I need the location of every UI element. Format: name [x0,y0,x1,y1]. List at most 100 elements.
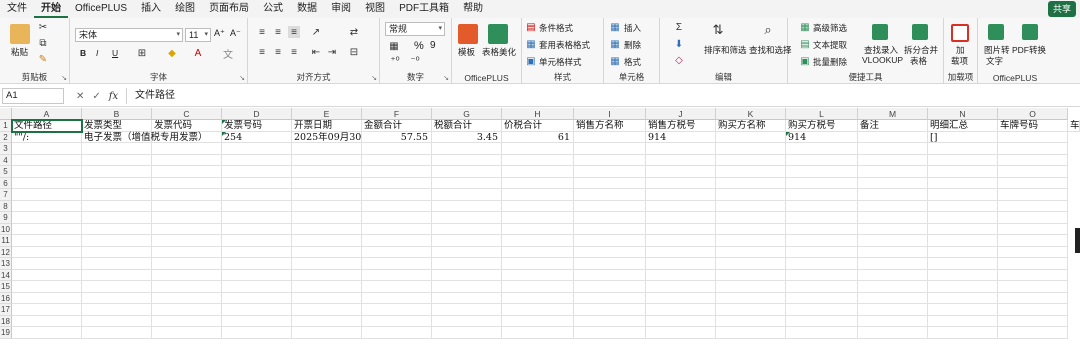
empty-cell[interactable] [82,212,152,224]
vertical-scrollbar-thumb[interactable] [1075,228,1080,253]
empty-cell[interactable] [646,327,716,339]
row-header[interactable]: 19 [0,327,12,339]
header-cell[interactable]: 销售方税号 [646,120,716,132]
fill-icon[interactable]: ⬇ [672,38,686,50]
empty-cell[interactable] [292,200,362,212]
sort-filter-button[interactable]: 排序和筛选 [704,44,747,56]
empty-cell[interactable] [432,292,502,304]
empty-cell[interactable] [152,327,222,339]
empty-cell[interactable] [432,281,502,293]
menu-tab[interactable]: 帮助 [456,0,490,18]
alignment-launcher-icon[interactable]: ↘ [371,74,377,82]
menu-tab[interactable]: OfficePLUS [68,0,134,18]
beautify-icon[interactable] [488,24,508,44]
empty-cell[interactable] [12,315,82,327]
empty-cell[interactable] [786,223,858,235]
empty-cell[interactable] [646,315,716,327]
empty-cell[interactable] [12,304,82,316]
orientation-icon[interactable]: ↗ [310,26,322,38]
empty-cell[interactable] [998,292,1068,304]
empty-cell[interactable] [432,235,502,247]
empty-cell[interactable] [646,246,716,258]
empty-cell[interactable] [502,177,574,189]
empty-cell[interactable] [646,177,716,189]
phonetic-icon[interactable]: 文 [220,47,236,61]
decrease-decimal-icon[interactable]: ⁻⁰ [408,56,422,67]
empty-cell[interactable] [858,212,928,224]
data-cell[interactable]: 2025年09月30日 [292,131,362,143]
empty-cell[interactable] [82,154,152,166]
row-header[interactable]: 16 [0,292,12,304]
conditional-format-button[interactable]: 条件格式 [539,22,573,34]
empty-cell[interactable] [858,223,928,235]
empty-cell[interactable] [222,189,292,201]
empty-cell[interactable] [362,189,432,201]
currency-icon[interactable]: ▦ [388,40,400,52]
empty-cell[interactable] [12,246,82,258]
clipboard-launcher-icon[interactable]: ↘ [61,74,67,82]
column-header[interactable]: D [222,108,292,120]
empty-cell[interactable] [786,292,858,304]
header-cell[interactable]: 发票代码 [152,120,222,132]
empty-cell[interactable] [292,143,362,155]
empty-cell[interactable] [362,154,432,166]
empty-cell[interactable] [646,166,716,178]
column-header[interactable]: H [502,108,574,120]
empty-cell[interactable] [82,177,152,189]
empty-cell[interactable] [292,315,362,327]
empty-cell[interactable] [152,304,222,316]
empty-cell[interactable] [432,166,502,178]
underline-button[interactable]: U [112,48,118,58]
column-header[interactable]: N [928,108,998,120]
empty-cell[interactable] [362,315,432,327]
empty-cell[interactable] [574,223,646,235]
row-header[interactable]: 2 [0,131,12,143]
empty-cell[interactable] [362,304,432,316]
empty-cell[interactable] [928,235,998,247]
advanced-filter-button[interactable]: 高级筛选 [813,22,847,34]
empty-cell[interactable] [82,304,152,316]
empty-cell[interactable] [928,269,998,281]
empty-cell[interactable] [716,327,786,339]
cut-icon[interactable]: ✂ [38,22,48,33]
empty-cell[interactable] [998,212,1068,224]
row-header[interactable]: 8 [0,200,12,212]
column-header[interactable]: O [998,108,1068,120]
empty-cell[interactable] [12,143,82,155]
header-cell[interactable]: 购买方税号 [786,120,858,132]
empty-cell[interactable] [574,258,646,270]
empty-cell[interactable] [362,292,432,304]
empty-cell[interactable] [646,212,716,224]
empty-cell[interactable] [222,327,292,339]
template-button[interactable]: 模板 [458,46,475,58]
data-cell[interactable] [858,131,928,143]
data-cell[interactable] [574,131,646,143]
empty-cell[interactable] [292,212,362,224]
empty-cell[interactable] [928,189,998,201]
menu-tab[interactable]: 数据 [290,0,324,18]
empty-cell[interactable] [574,212,646,224]
empty-cell[interactable] [502,223,574,235]
empty-cell[interactable] [928,200,998,212]
empty-cell[interactable] [928,177,998,189]
empty-cell[interactable] [152,143,222,155]
empty-cell[interactable] [928,327,998,339]
empty-cell[interactable] [716,235,786,247]
image-to-text-line2[interactable]: 文字 [986,55,1003,67]
empty-cell[interactable] [646,235,716,247]
empty-cell[interactable] [82,235,152,247]
empty-cell[interactable] [928,281,998,293]
empty-cell[interactable] [432,223,502,235]
empty-cell[interactable] [12,166,82,178]
header-cell[interactable]: 税额合计 [432,120,502,132]
empty-cell[interactable] [858,235,928,247]
empty-cell[interactable] [786,327,858,339]
empty-cell[interactable] [574,154,646,166]
row-header[interactable]: 4 [0,154,12,166]
empty-cell[interactable] [716,223,786,235]
template-icon[interactable] [458,24,478,44]
menu-tab[interactable]: 绘图 [168,0,202,18]
empty-cell[interactable] [222,154,292,166]
empty-cell[interactable] [786,189,858,201]
empty-cell[interactable] [858,327,928,339]
